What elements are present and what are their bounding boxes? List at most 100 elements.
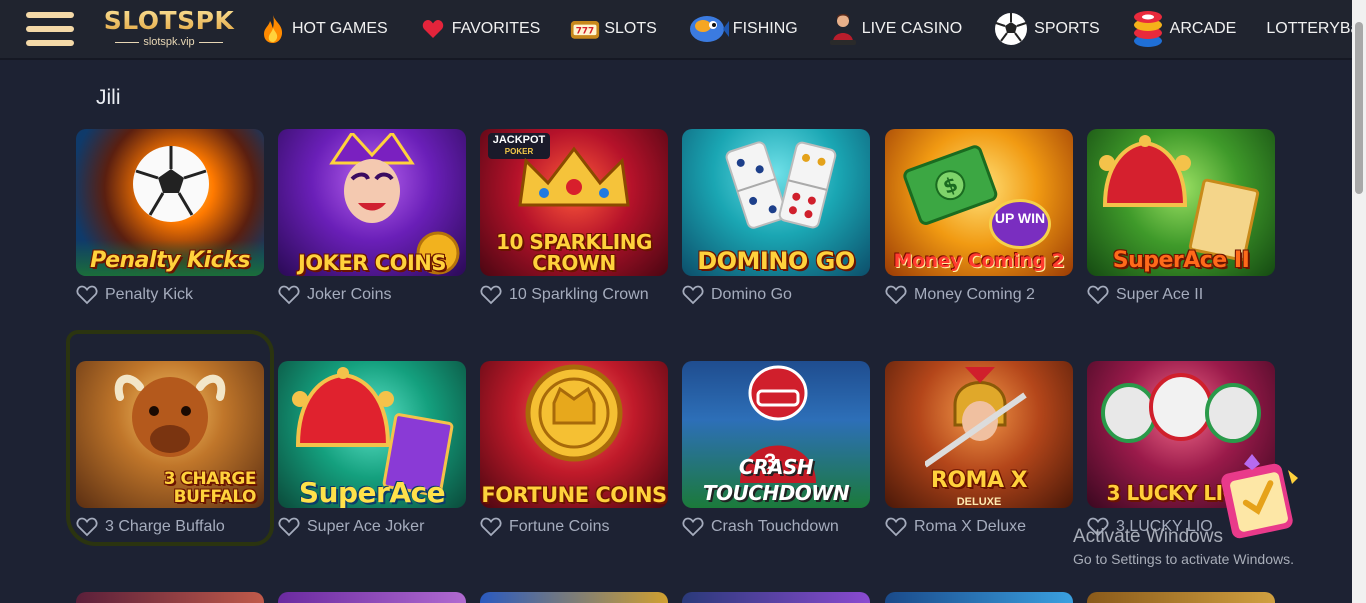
nav-label: FAVORITES <box>451 20 541 37</box>
game-label: Domino Go <box>682 285 792 305</box>
game-card-partial[interactable] <box>76 592 264 603</box>
buffalo-head-icon <box>114 374 226 457</box>
game-card-partial[interactable] <box>682 592 870 603</box>
nav-item-lottery[interactable]: LOTTERYBa <box>1266 0 1359 58</box>
nav-item-sports[interactable]: SPORTS <box>992 0 1100 58</box>
game-label: Super Ace II <box>1087 285 1203 305</box>
game-thumbnail[interactable]: DOMINO GO <box>682 129 870 276</box>
game-label: Money Coming 2 <box>885 285 1035 305</box>
game-label: Crash Touchdown <box>682 517 839 537</box>
game-card-super-ace-ii[interactable]: SuperAce II Super Ace II <box>1087 129 1275 329</box>
favorite-heart-icon[interactable] <box>682 517 704 537</box>
game-thumbnail[interactable]: $ UP WIN Money Coming 2 <box>885 129 1073 276</box>
game-thumbnail[interactable]: SuperAce <box>278 361 466 508</box>
game-card-3-charge-buffalo[interactable]: 3 CHARGE BUFFALO 3 Charge Buffalo <box>76 361 264 561</box>
game-name: Crash Touchdown <box>711 518 839 535</box>
top-navigation-bar: SLOTSPK slotspk.vip HOT GAMES FAVORITES … <box>0 0 1359 60</box>
nav-item-hot-games[interactable]: HOT GAMES <box>258 0 388 58</box>
game-card-partial[interactable] <box>885 592 1073 603</box>
cash-bill-icon: $ <box>903 145 998 225</box>
game-thumbnail[interactable]: Penalty Kicks <box>76 129 264 276</box>
game-label: Super Ace Joker <box>278 517 424 537</box>
favorite-heart-icon[interactable] <box>278 285 300 305</box>
game-card-10-sparkling-crown[interactable]: JACKPOT POKER 10 SPARKLING CROWN 10 Spar… <box>480 129 668 329</box>
chips-icon <box>1130 9 1166 49</box>
favorite-heart-icon[interactable] <box>76 285 98 305</box>
svg-text:777: 777 <box>576 26 594 36</box>
game-card-super-ace-joker[interactable]: SuperAce Super Ace Joker <box>278 361 466 561</box>
up-win-badge: UP WIN <box>989 199 1051 249</box>
favorite-heart-icon[interactable] <box>885 285 907 305</box>
nav-item-slots[interactable]: 777 SLOTS <box>570 0 657 58</box>
nav-label: SLOTS <box>604 20 657 37</box>
floating-gift-icon[interactable] <box>1208 448 1312 544</box>
game-card-crash-touchdown[interactable]: 3 CRASH TOUCHDOWN Crash Touchdown <box>682 361 870 561</box>
favorite-heart-icon[interactable] <box>278 517 300 537</box>
game-thumbnail[interactable]: ROMA X DELUXE <box>885 361 1073 508</box>
nav-label: LOTTERYBa <box>1266 20 1360 37</box>
game-card-domino-go[interactable]: DOMINO GO Domino Go <box>682 129 870 329</box>
nav-label: SPORTS <box>1034 20 1100 37</box>
game-name: Penalty Kick <box>105 286 194 303</box>
lion-dance-heads-icon <box>1101 373 1261 443</box>
nav-item-arcade[interactable]: ARCADE <box>1130 0 1237 58</box>
section-title: Jili <box>96 86 121 109</box>
game-thumbnail[interactable]: JOKER COINS <box>278 129 466 276</box>
flame-icon <box>258 14 288 44</box>
site-logo[interactable]: SLOTSPK slotspk.vip <box>96 6 242 52</box>
favorite-heart-icon[interactable] <box>480 517 502 537</box>
logo-wordmark: SLOTSPK <box>96 6 242 35</box>
favorite-heart-icon[interactable] <box>480 285 502 305</box>
fish-icon <box>687 14 729 44</box>
game-thumbnail[interactable]: SuperAce II <box>1087 129 1275 276</box>
game-art-title: JOKER COINS <box>297 251 447 275</box>
game-card-partial[interactable] <box>278 592 466 603</box>
game-art-title: Penalty Kicks <box>90 248 250 273</box>
scrollbar-thumb[interactable] <box>1355 22 1363 194</box>
game-name: 10 Sparkling Crown <box>509 286 649 303</box>
menu-hamburger-icon[interactable] <box>26 10 74 48</box>
game-card-joker-coins[interactable]: JOKER COINS Joker Coins <box>278 129 466 329</box>
favorite-heart-icon[interactable] <box>76 517 98 537</box>
nav-label: ARCADE <box>1169 20 1237 37</box>
game-art-title: FORTUNE COINS <box>481 483 667 507</box>
game-label: Penalty Kick <box>76 285 193 305</box>
game-art-title: CRASH TOUCHDOWN <box>702 455 850 505</box>
logo-domain: slotspk.vip <box>96 36 242 48</box>
nav-item-favorites[interactable]: FAVORITES <box>418 0 541 58</box>
game-art-title: 10 SPARKLING CROWN <box>496 230 652 275</box>
game-card-penalty-kick[interactable]: Penalty Kicks Penalty Kick <box>76 129 264 329</box>
nav-item-fishing[interactable]: FISHING <box>687 0 798 58</box>
deluxe-label: DELUXE <box>956 496 1002 508</box>
game-label: Fortune Coins <box>480 517 610 537</box>
game-label: 10 Sparkling Crown <box>480 285 649 305</box>
game-art-title: Money Coming 2 <box>893 250 1065 272</box>
gladiator-icon <box>925 367 1027 468</box>
favorite-heart-icon[interactable] <box>682 285 704 305</box>
game-label: 3 Charge Buffalo <box>76 517 225 537</box>
game-card-partial[interactable] <box>480 592 668 603</box>
watermark-subtitle: Go to Settings to activate Windows. <box>1073 551 1294 567</box>
nav-label: LIVE CASINO <box>861 20 963 37</box>
domino-tiles-icon <box>725 141 837 229</box>
game-name: Joker Coins <box>307 286 392 303</box>
favorite-heart-icon[interactable] <box>885 517 907 537</box>
game-name: Roma X Deluxe <box>914 518 1027 535</box>
game-thumbnail[interactable]: FORTUNE COINS <box>480 361 668 508</box>
game-thumbnail[interactable]: JACKPOT POKER 10 SPARKLING CROWN <box>480 129 668 276</box>
game-card-partial[interactable] <box>1087 592 1275 603</box>
favorite-heart-icon[interactable] <box>1087 285 1109 305</box>
nav-item-live-casino[interactable]: LIVE CASINO <box>828 0 962 58</box>
game-thumbnail[interactable]: 3 CHARGE BUFFALO <box>76 361 264 508</box>
page-scrollbar[interactable] <box>1352 0 1366 603</box>
game-card-fortune-coins[interactable]: FORTUNE COINS Fortune Coins <box>480 361 668 561</box>
gold-coin-icon <box>525 364 623 462</box>
game-thumbnail[interactable]: 3 CRASH TOUCHDOWN <box>682 361 870 508</box>
game-card-roma-x-deluxe[interactable]: ROMA X DELUXE Roma X Deluxe <box>885 361 1073 561</box>
nav-label: HOT GAMES <box>292 20 388 37</box>
jester-hat-icon <box>1099 135 1191 207</box>
main-nav: HOT GAMES FAVORITES 777 SLOTS FISHING LI… <box>258 0 1366 58</box>
game-card-money-coming-2[interactable]: $ UP WIN Money Coming 2 Money Coming 2 <box>885 129 1073 329</box>
game-name: 3 Charge Buffalo <box>105 518 225 535</box>
game-label: Joker Coins <box>278 285 391 305</box>
